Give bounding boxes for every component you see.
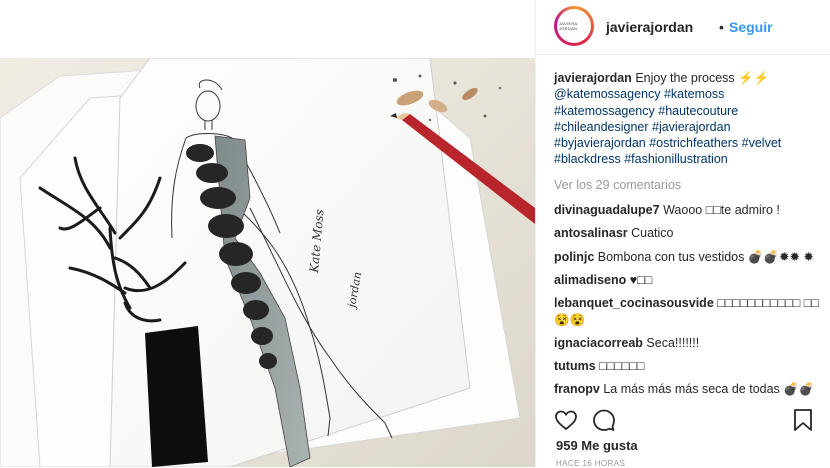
hashtag[interactable]: #hautecouture [658,104,738,118]
hashtag[interactable]: #javierajordan [652,120,731,134]
comment-text: Waooo □□te admiro ! [663,203,780,218]
comment-row: alimadiseno ♥□□ [554,272,819,288]
comment-text: Bombona con tus vestidos 💣💣✹✹ ✹ [597,249,814,264]
hashtag[interactable]: #velvet [742,136,782,150]
post-image[interactable]: Kate Moss jordan [0,58,535,467]
velvet-swatch [145,326,208,467]
comment-row: ignaciacorreab Seca!!!!!!! [554,335,819,351]
hashtag[interactable]: #ostrichfeathers [649,136,738,150]
comment-row: franopv La más más más seca de todas 💣💣 [554,381,819,397]
post-panel: JAVIERA JORDAN javierajordan • Seguir ja… [535,0,830,468]
follow-button[interactable]: Seguir [729,19,773,35]
hashtag[interactable]: #blackdress [554,152,621,166]
hashtag[interactable]: #katemossagency [554,104,655,118]
caption: javierajordan Enjoy the process ⚡⚡ @kate… [554,70,819,168]
header-username[interactable]: javierajordan [606,19,693,35]
comment-row: antosalinasr Cuatico [554,225,819,241]
comment-row: tutums □□□□□□ [554,358,819,374]
comment-username[interactable]: franopv [554,382,600,396]
comment-username[interactable]: alimadiseno [554,273,626,287]
likes-count[interactable]: 959 Me gusta [556,438,638,453]
comment-username[interactable]: antosalinasr [554,226,628,240]
comment-username[interactable]: divinaguadalupe7 [554,203,660,217]
heart-icon[interactable] [554,408,578,432]
comment-row: divinaguadalupe7 Waooo □□te admiro ! [554,202,819,218]
hashtag[interactable]: @katemossagency [554,87,661,101]
comment-text: ♥□□ [629,272,653,287]
caption-username[interactable]: javierajordan [554,71,632,85]
comments-section: javierajordan Enjoy the process ⚡⚡ @kate… [554,70,819,405]
comment-icon[interactable] [592,408,616,432]
hashtag[interactable]: #chileandesigner [554,120,649,134]
post-header: JAVIERA JORDAN javierajordan • Seguir [536,0,830,55]
caption-text: Enjoy the process ⚡⚡ [635,71,770,85]
comment-text: Seca!!!!!!! [646,335,700,350]
avatar-logo-text: JAVIERA JORDAN [557,9,591,43]
comment-text: Cuatico [631,226,674,241]
action-bar [554,408,819,432]
avatar[interactable]: JAVIERA JORDAN [554,6,594,46]
comment-username[interactable]: tutums [554,359,596,373]
comment-row: lebanquet_cocinasousvide □□□□□□□□□□□ □□😵… [554,295,819,328]
comment-username[interactable]: polinjc [554,250,594,264]
view-all-comments-link[interactable]: Ver los 29 comentarios [554,177,819,193]
header-separator: • [719,19,724,35]
hashtag[interactable]: #katemoss [664,87,724,101]
comment-row: polinjc Bombona con tus vestidos 💣💣✹✹ ✹ [554,249,819,265]
hashtag[interactable]: #byjavierajordan [554,136,646,150]
comment-username[interactable]: ignaciacorreab [554,336,643,350]
comment-username[interactable]: lebanquet_cocinasousvide [554,296,714,310]
comment-text: La más más más seca de todas 💣💣 [603,382,815,397]
fashion-illustration: Kate Moss jordan [0,58,535,467]
comment-text: □□□□□□ [599,359,645,374]
bookmark-icon[interactable] [792,408,814,432]
hashtag[interactable]: #fashionillustration [624,152,728,166]
